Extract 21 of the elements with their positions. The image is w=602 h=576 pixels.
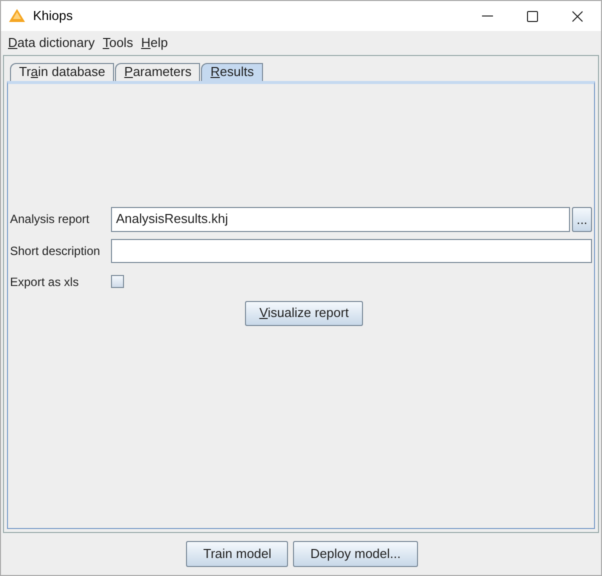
menu-item[interactable]: Data dictionary bbox=[4, 32, 99, 52]
menu-item[interactable]: Help bbox=[137, 32, 172, 52]
checkbox[interactable] bbox=[111, 275, 124, 288]
visualize-report-button[interactable]: Visualize report bbox=[245, 300, 363, 326]
menu-item[interactable]: Tools bbox=[98, 32, 138, 52]
input-field[interactable]: AnalysisResults.khj bbox=[111, 206, 570, 232]
tab[interactable]: Train database bbox=[10, 63, 114, 81]
minimize-icon[interactable] bbox=[482, 15, 493, 17]
field-label: Short description bbox=[10, 242, 102, 260]
app-logo-icon bbox=[9, 9, 25, 23]
window-title: Khiops bbox=[33, 7, 73, 26]
maximize-icon[interactable] bbox=[527, 10, 538, 22]
close-icon[interactable] bbox=[572, 10, 583, 22]
action-button[interactable]: Train model bbox=[186, 541, 288, 567]
tab[interactable]: Results bbox=[201, 63, 263, 81]
field-label: Export as xls bbox=[10, 274, 80, 290]
input-field[interactable] bbox=[111, 238, 592, 262]
action-button[interactable]: Deploy model... bbox=[293, 541, 418, 567]
field-label: Analysis report bbox=[10, 211, 90, 228]
tab[interactable]: Parameters bbox=[115, 63, 200, 81]
browse-button[interactable]: ... bbox=[572, 206, 592, 232]
